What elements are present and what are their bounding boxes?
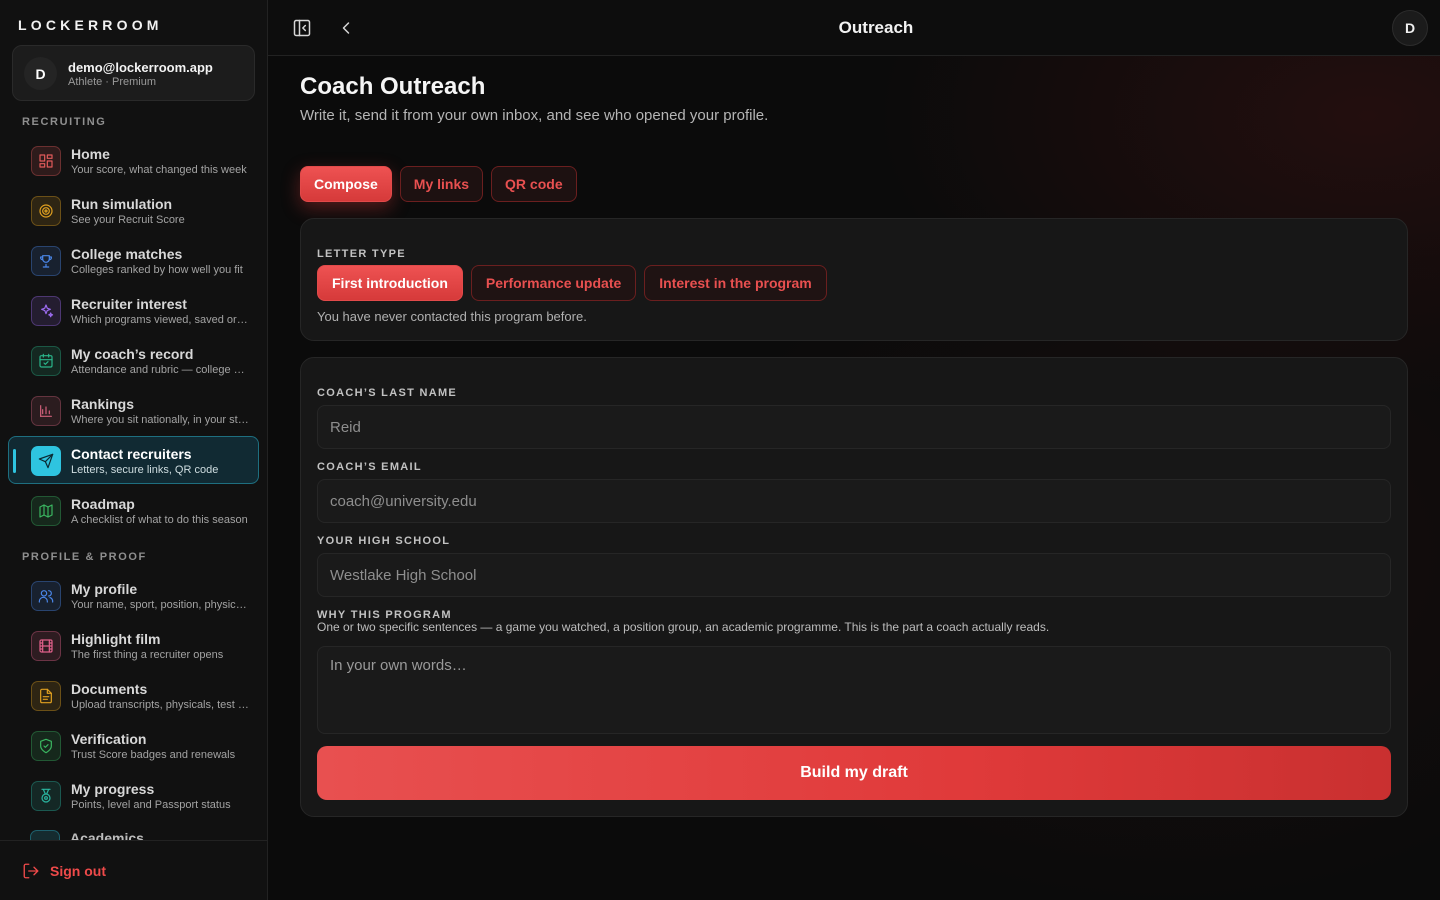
section-label-profile: PROFILE & PROOF [22, 551, 147, 563]
coach-last-name-label: COACH’S LAST NAME [317, 387, 458, 399]
sidebar-item-label: Documents [71, 681, 148, 697]
top-bar: Outreach D [268, 0, 1440, 56]
graduation-icon [30, 830, 60, 840]
dashboard-icon [31, 146, 61, 176]
sidebar-item-home[interactable]: Home Your score, what changed this week [8, 136, 259, 184]
sidebar-item-description: Colleges ranked by how well you fit [71, 264, 243, 276]
sidebar-item-recruiter-interest[interactable]: Recruiter interest Which programs viewed,… [8, 286, 259, 334]
coach-email-label: COACH’S EMAIL [317, 461, 422, 473]
sidebar-item-description: Which programs viewed, saved or contacte… [71, 314, 249, 326]
sidebar-item-description: Your name, sport, position, physicals [71, 599, 249, 611]
sidebar-item-label: Academics [70, 830, 144, 840]
sidebar-item-description: Your score, what changed this week [71, 164, 247, 176]
coach-last-name-input[interactable] [317, 405, 1391, 449]
sidebar-item-run-simulation[interactable]: Run simulation See your Recruit Score [8, 186, 259, 234]
map-icon [31, 496, 61, 526]
sidebar-item-college-matches[interactable]: College matches Colleges ranked by how we… [8, 236, 259, 284]
sidebar-item-label: Home [71, 146, 110, 162]
sidebar-item-description: A checklist of what to do this season [71, 514, 248, 526]
coach-email-input[interactable] [317, 479, 1391, 523]
sidebar-item-label: Highlight film [71, 631, 161, 647]
sidebar-item-academics[interactable]: Academics [0, 820, 267, 840]
film-icon [31, 631, 61, 661]
target-icon [31, 196, 61, 226]
letter-type-performance-update[interactable]: Performance update [470, 265, 637, 301]
letter-type-card: LETTER TYPE First introduction Performan… [300, 218, 1408, 341]
letter-type-interest-in-program[interactable]: Interest in the program [644, 265, 827, 301]
sidebar-item-label: Recruiter interest [71, 296, 187, 312]
sidebar-item-label: My coach’s record [71, 346, 194, 362]
recruiting-nav: Home Your score, what changed this week Ru… [8, 136, 259, 536]
why-program-help: One or two specific sentences — a game y… [317, 620, 1050, 634]
sidebar-item-documents[interactable]: Documents Upload transcripts, physicals, … [8, 671, 259, 719]
sidebar-item-label: My profile [71, 581, 138, 597]
tab-qr-code[interactable]: QR code [491, 166, 577, 202]
sidebar-footer: Sign out [0, 840, 267, 900]
account-avatar: D [24, 57, 57, 90]
sidebar-item-label: My progress [71, 781, 155, 797]
sidebar-item-verification[interactable]: Verification Trust Score badges and renew… [8, 721, 259, 769]
letter-type-options: First introduction Performance update In… [317, 265, 827, 301]
sidebar-item-description: Points, level and Passport status [71, 799, 231, 811]
bar-chart-icon [31, 396, 61, 426]
sidebar-item-my-profile[interactable]: My profile Your name, sport, position, ph… [8, 571, 259, 619]
why-program-textarea[interactable] [317, 646, 1391, 734]
sidebar-item-my-coach-s-record[interactable]: My coach’s record Attendance and rubric —… [8, 336, 259, 384]
tab-compose[interactable]: Compose [300, 166, 392, 202]
sidebar-item-label: Contact recruiters [71, 446, 192, 462]
tab-my-links[interactable]: My links [399, 166, 484, 202]
sidebar-item-label: Verification [71, 731, 147, 747]
medal-icon [31, 781, 61, 811]
page-subtitle: Write it, send it from your own inbox, a… [300, 107, 769, 124]
account-role: Athlete · Premium [68, 76, 157, 88]
outreach-tabs: Compose My links QR code [300, 166, 577, 202]
sidebar-item-label: College matches [71, 246, 183, 262]
sidebar-item-description: Where you sit nationally, in your state [71, 414, 249, 426]
sidebar-item-description: The first thing a recruiter opens [71, 649, 224, 661]
document-icon [31, 681, 61, 711]
sidebar-item-highlight-film[interactable]: Highlight film The first thing a recruite… [8, 621, 259, 669]
high-school-input[interactable] [317, 553, 1391, 597]
brand-logo[interactable]: LOCKERROOM [18, 17, 163, 33]
sidebar-item-label: Rankings [71, 396, 135, 412]
sidebar-item-label: Run simulation [71, 196, 173, 212]
high-school-label: YOUR HIGH SCHOOL [317, 535, 451, 547]
sidebar-item-description: Trust Score badges and renewals [71, 749, 236, 761]
account-card[interactable]: D demo@lockerroom.app Athlete · Premium [12, 45, 255, 101]
sidebar-item-description: See your Recruit Score [71, 214, 185, 226]
log-out-icon [23, 863, 39, 879]
calendar-check-icon [31, 346, 61, 376]
sidebar-item-roadmap[interactable]: Roadmap A checklist of what to do this se… [8, 486, 259, 534]
sidebar-item-description: Attendance and rubric — college coaches … [71, 364, 249, 376]
page-title: Coach Outreach [300, 73, 486, 100]
letter-type-help: You have never contacted this program be… [317, 309, 587, 324]
top-bar-title: Outreach [838, 18, 914, 37]
letter-type-label: LETTER TYPE [317, 248, 406, 260]
profile-nav: My profile Your name, sport, position, ph… [8, 571, 259, 821]
letter-form-card: COACH’S LAST NAME COACH’S EMAIL YOUR HIG… [300, 357, 1408, 817]
shield-check-icon [31, 731, 61, 761]
account-email: demo@lockerroom.app [68, 60, 213, 75]
trophy-icon [31, 246, 61, 276]
sidebar-item-rankings[interactable]: Rankings Where you sit nationally, in you… [8, 386, 259, 434]
letter-type-first-introduction[interactable]: First introduction [317, 265, 463, 301]
sidebar-item-description: Letters, secure links, QR code [71, 464, 219, 476]
sign-out-label: Sign out [50, 863, 106, 879]
sidebar-item-my-progress[interactable]: My progress Points, level and Passport st… [8, 771, 259, 819]
users-icon [31, 581, 61, 611]
sign-out-button[interactable]: Sign out [22, 862, 106, 880]
sidebar-item-description: Upload transcripts, physicals, test scor… [71, 699, 249, 711]
sidebar: LOCKERROOM D demo@lockerroom.app Athlete… [0, 0, 268, 900]
user-avatar-button[interactable]: D [1392, 10, 1428, 46]
build-draft-button[interactable]: Build my draft [317, 746, 1391, 800]
send-icon [31, 446, 61, 476]
sidebar-item-contact-recruiters[interactable]: Contact recruiters Letters, secure links,… [8, 436, 259, 484]
sparkles-icon [31, 296, 61, 326]
main-content: Coach Outreach Write it, send it from yo… [268, 56, 1440, 900]
sidebar-item-label: Roadmap [71, 496, 135, 512]
section-label-recruiting: RECRUITING [22, 116, 107, 128]
